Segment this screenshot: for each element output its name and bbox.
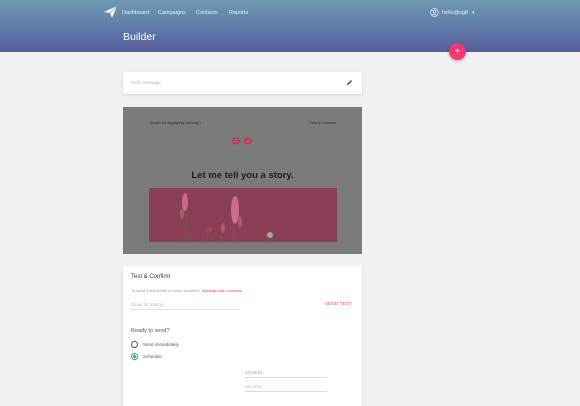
send-test-button[interactable]: SEND TEST	[325, 301, 352, 306]
nav-reports-link[interactable]: Reports	[229, 10, 248, 16]
date-value: 1/1/2015	[245, 370, 263, 375]
chevron-down-icon: ▾	[472, 10, 475, 16]
helper-prefix: To send a test email to more recipients,	[131, 288, 202, 293]
pencil-edit-icon[interactable]	[346, 79, 353, 86]
send-immediately-radio[interactable]	[131, 341, 138, 348]
paper-plane-logo-icon[interactable]	[104, 6, 117, 18]
time-placeholder: Set time	[245, 384, 262, 389]
test-confirm-card: Test & Confirm To send a test email to m…	[123, 266, 362, 406]
user-avatar-icon	[430, 8, 439, 17]
nav-contacts-link[interactable]: Contacts	[196, 10, 218, 16]
user-name: hello@sgtl	[442, 10, 468, 16]
brand-logo-icon	[231, 137, 253, 145]
email-preview: Email not displaying correctly? View in …	[123, 107, 362, 254]
subject-card[interactable]: Hello message	[123, 72, 362, 94]
send-immediately-label[interactable]: Send immediately	[143, 342, 179, 347]
top-header: Dashboard Campaigns Contacts Reports hel…	[0, 0, 580, 52]
helper-link: separate with commas	[201, 288, 242, 293]
nav-campaigns-link[interactable]: Campaigns	[158, 10, 186, 16]
schedule-label[interactable]: Schedule	[143, 354, 162, 359]
schedule-radio[interactable]	[131, 353, 138, 360]
schedule-date-input[interactable]: 1/1/2015	[244, 369, 327, 378]
ready-label: Ready to send?	[131, 328, 170, 334]
page-title: Builder	[123, 31, 156, 43]
section-title: Test & Confirm	[131, 274, 171, 280]
flower-image	[149, 188, 337, 242]
schedule-time-input[interactable]: Set time	[244, 383, 327, 392]
preview-heading: Let me tell you a story.	[191, 170, 294, 181]
subject-text: Hello message	[131, 80, 161, 85]
email-placeholder: Email for testing	[131, 302, 164, 307]
preview-header-note: Email not displaying correctly?	[150, 121, 202, 125]
nav-dashboard-link[interactable]: Dashboard	[122, 10, 149, 16]
add-fab-button[interactable]: +	[449, 43, 466, 60]
test-email-input[interactable]: Email for testing	[131, 300, 239, 310]
helper-text: To send a test email to more recipients,…	[131, 288, 242, 293]
view-in-browser-link[interactable]: View in browser	[309, 121, 336, 125]
